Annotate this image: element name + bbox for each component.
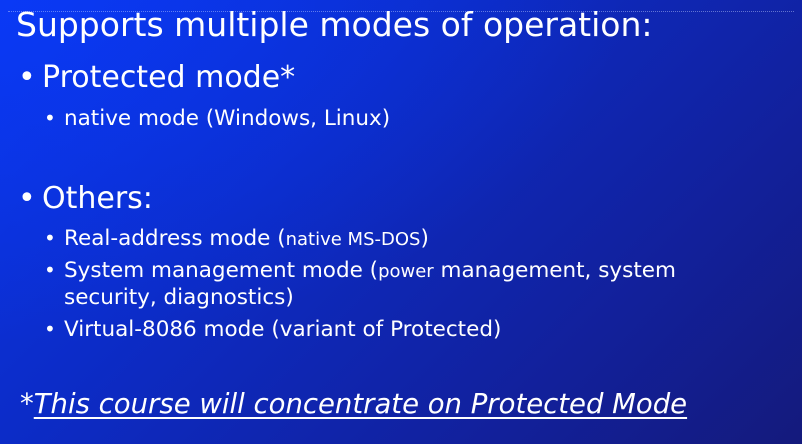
smm-rest-line1: management, system <box>433 258 676 283</box>
smm-main: System management mode ( <box>64 258 379 283</box>
bullet-others-label: Others: <box>42 181 153 216</box>
sub-bullet-native-mode: • native mode (Windows, Linux) <box>44 104 390 133</box>
smm-detail: power <box>378 261 434 282</box>
sub-bullet-virtual-8086-mode: • Virtual-8086 mode (variant of Protected… <box>44 315 501 344</box>
real-address-main: Real-address mode ( <box>64 226 286 251</box>
footnote-marker: * <box>20 388 34 420</box>
bullet-protected-mode-label: Protected mode* <box>42 60 296 95</box>
sub-bullet-real-address-mode: • Real-address mode (native MS-DOS) <box>44 224 429 254</box>
bullet-dot: • <box>44 226 56 250</box>
footnote-text: This course will concentrate on Protecte… <box>33 388 688 420</box>
bullet-dot: • <box>44 317 56 341</box>
bullet-protected-mode: • Protected mode* <box>18 60 295 96</box>
slide-title: Supports multiple modes of operation: <box>16 5 653 44</box>
footnote: *This course will concentrate on Protect… <box>20 384 687 424</box>
sub-bullet-system-management-mode: • System management mode (power managemen… <box>44 256 676 286</box>
real-address-end: ) <box>420 226 429 251</box>
bullet-dot: • <box>44 106 56 130</box>
bullet-dot: • <box>44 258 56 282</box>
smm-line2: security, diagnostics) <box>64 285 294 310</box>
virtual-8086-text: Virtual-8086 mode (variant of Protected) <box>64 317 502 342</box>
bullet-dot: • <box>18 181 36 216</box>
sub-bullet-system-management-mode-line2: security, diagnostics) <box>64 284 294 312</box>
bullet-others: • Others: <box>18 181 153 217</box>
sub-bullet-native-mode-text: native mode (Windows, Linux) <box>64 106 391 131</box>
real-address-detail: native MS-DOS <box>285 229 421 250</box>
bullet-dot: • <box>18 60 36 95</box>
slide: Supports multiple modes of operation: • P… <box>0 0 802 444</box>
